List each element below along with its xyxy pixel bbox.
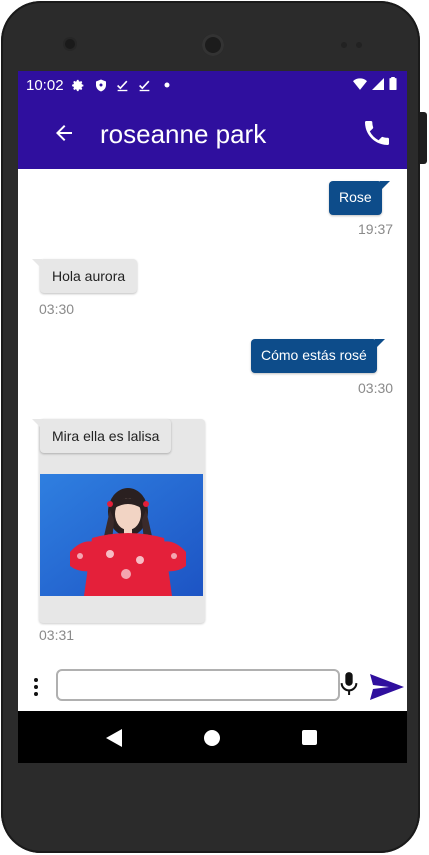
wifi-icon bbox=[353, 77, 367, 95]
message-bubble-outgoing[interactable]: Rose bbox=[329, 181, 390, 215]
front-camera bbox=[65, 39, 75, 49]
screen: 10:02 roseanne park Rose 19:37 Hola auro… bbox=[18, 71, 407, 763]
message-input[interactable] bbox=[56, 669, 340, 701]
sensor bbox=[341, 42, 347, 48]
message-time: 19:37 bbox=[358, 221, 394, 237]
nav-home-icon[interactable] bbox=[204, 730, 220, 746]
message-composer bbox=[18, 661, 407, 711]
message-time: 03:30 bbox=[358, 380, 394, 396]
message-bubble-outgoing[interactable]: Cómo estás rosé bbox=[251, 339, 385, 373]
status-bar: 10:02 bbox=[18, 71, 407, 99]
message-time: 03:30 bbox=[39, 301, 75, 317]
app-bar: roseanne park bbox=[18, 99, 407, 169]
earpiece-speaker bbox=[202, 34, 224, 56]
mic-icon[interactable] bbox=[338, 671, 360, 697]
status-time: 10:02 bbox=[26, 76, 64, 94]
message-time: 03:31 bbox=[39, 627, 75, 643]
nav-recents-icon[interactable] bbox=[302, 730, 317, 745]
check-icon bbox=[138, 78, 152, 92]
check-icon bbox=[116, 78, 130, 92]
power-button bbox=[420, 112, 427, 164]
arrow-back-icon[interactable] bbox=[52, 121, 76, 145]
chat-title: roseanne park bbox=[100, 119, 267, 149]
shared-photo[interactable] bbox=[40, 474, 203, 596]
nav-back-icon[interactable] bbox=[106, 729, 122, 747]
system-nav-bar bbox=[18, 711, 407, 763]
phone-icon[interactable] bbox=[361, 117, 393, 149]
send-icon[interactable] bbox=[369, 673, 405, 701]
signal-icon bbox=[372, 77, 384, 95]
dot-icon bbox=[160, 78, 174, 92]
message-bubble-incoming[interactable]: Mira ella es lalisa bbox=[31, 419, 172, 453]
battery-icon bbox=[389, 77, 397, 95]
phone-frame: 10:02 roseanne park Rose 19:37 Hola auro… bbox=[1, 1, 420, 853]
shield-icon bbox=[94, 78, 108, 92]
sensor bbox=[356, 42, 362, 48]
more-vert-icon[interactable] bbox=[31, 677, 41, 697]
message-bubble-incoming[interactable]: Hola aurora bbox=[31, 259, 138, 293]
message-list: Rose 19:37 Hola aurora 03:30 Cómo estás … bbox=[18, 169, 407, 659]
gear-icon bbox=[72, 78, 86, 92]
